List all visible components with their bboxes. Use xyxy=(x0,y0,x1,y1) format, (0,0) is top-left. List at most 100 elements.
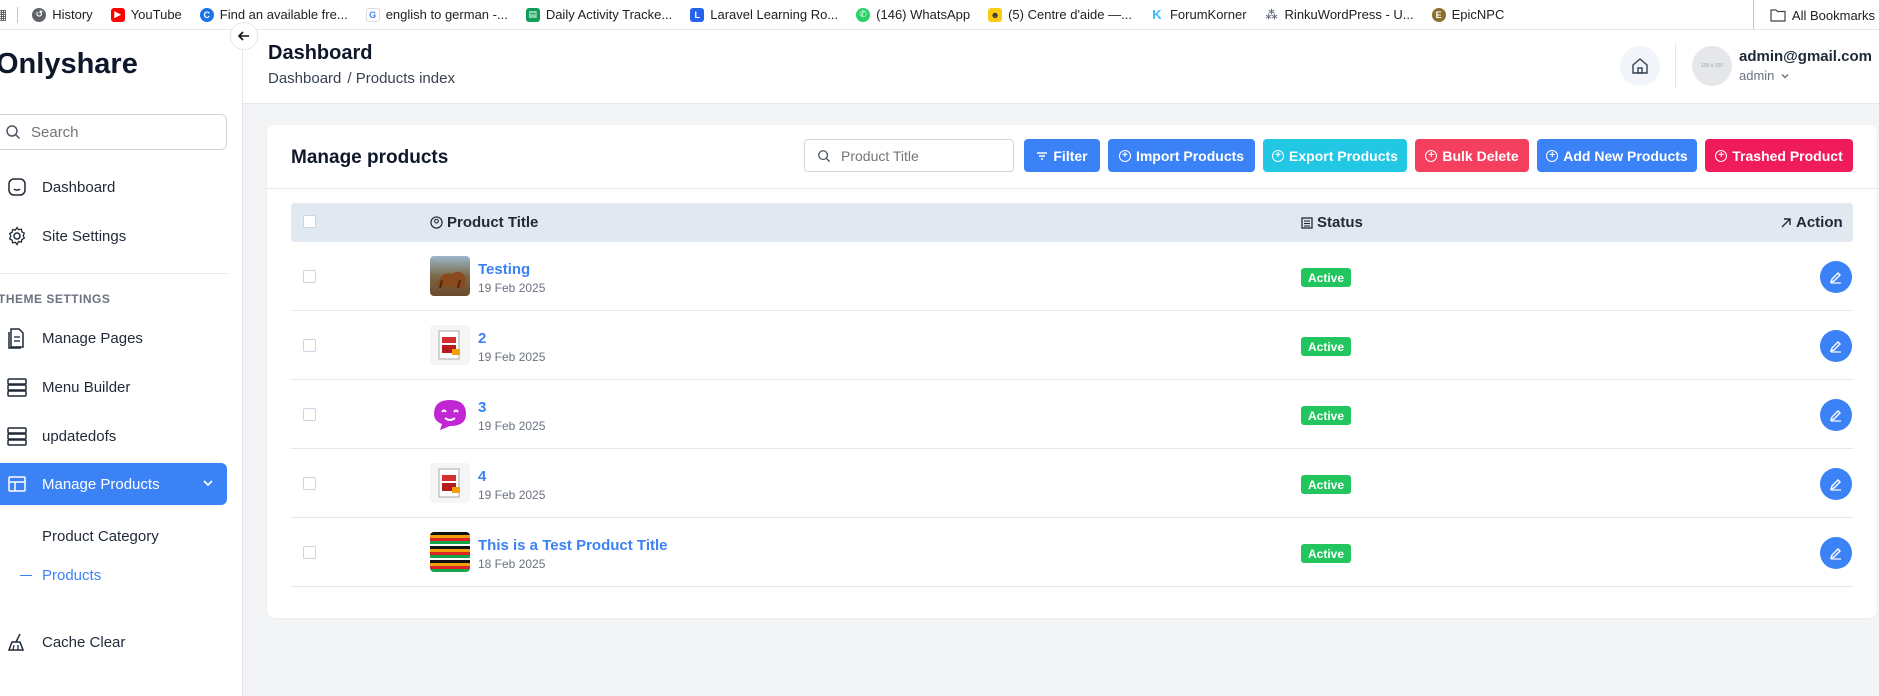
row-checkbox[interactable] xyxy=(303,546,316,559)
user-role: admin xyxy=(1739,68,1775,83)
sidebar-item-label: Manage Products xyxy=(42,475,160,493)
edit-button[interactable] xyxy=(1820,330,1852,362)
avatar[interactable]: 100 x 100 xyxy=(1692,46,1732,86)
product-thumbnail xyxy=(430,532,470,572)
status-badge: Active xyxy=(1301,268,1352,287)
product-title-link[interactable]: Testing xyxy=(478,261,530,278)
bookmarks-bar: ▦ ↺History ▶YouTube CFind an available f… xyxy=(0,0,1879,30)
product-thumbnail xyxy=(430,463,470,503)
pencil-icon xyxy=(1829,479,1841,491)
filter-icon xyxy=(1037,151,1048,160)
sidebar-subitem-products[interactable]: Products xyxy=(42,567,101,584)
user-email[interactable]: admin@gmail.com xyxy=(1739,48,1872,65)
bookmark-find-available[interactable]: C Find an available fre... xyxy=(199,7,348,22)
plus-circle-icon: + xyxy=(1425,149,1438,162)
user-circle-icon xyxy=(430,216,443,229)
bookmark-forumkorner[interactable]: K ForumKorner xyxy=(1149,7,1247,22)
product-title-link[interactable]: 3 xyxy=(478,399,486,416)
sidebar-search-input[interactable] xyxy=(31,123,201,141)
sidebar-item-manage-pages[interactable]: Manage Pages xyxy=(0,317,227,359)
pencil-icon xyxy=(1829,548,1841,560)
search-icon xyxy=(818,149,831,162)
all-bookmarks[interactable]: All Bookmarks xyxy=(1752,0,1879,29)
bookmark-youtube[interactable]: ▶ YouTube xyxy=(110,7,182,22)
server-icon xyxy=(7,427,27,446)
sidebar-item-label: Site Settings xyxy=(42,227,127,245)
import-products-button[interactable]: + Import Products xyxy=(1108,139,1255,172)
bookmark-laravel[interactable]: L Laravel Learning Ro... xyxy=(690,7,838,22)
bookmark-rinkuwordpress[interactable]: ⁂ RinkuWordPress - U... xyxy=(1264,7,1414,22)
help-center-icon: ☻ xyxy=(988,7,1003,22)
chevron-down-icon xyxy=(203,480,213,487)
sidebar-item-label: Menu Builder xyxy=(42,378,131,396)
breadcrumb-home[interactable]: Dashboard xyxy=(268,70,341,87)
product-title-link[interactable]: 4 xyxy=(478,468,486,485)
plus-circle-icon: + xyxy=(1715,149,1728,162)
bookmark-whatsapp[interactable]: ✆ (146) WhatsApp xyxy=(856,7,970,22)
column-status[interactable]: Status xyxy=(1301,214,1363,231)
dashboard-icon xyxy=(8,178,26,196)
sidebar-item-menu-builder[interactable]: Menu Builder xyxy=(0,366,227,408)
sidebar-item-site-settings[interactable]: Site Settings xyxy=(0,215,227,257)
row-checkbox[interactable] xyxy=(303,339,316,352)
search-icon xyxy=(6,125,21,140)
apps-grid-icon[interactable]: ▦ xyxy=(0,6,7,23)
row-checkbox[interactable] xyxy=(303,477,316,490)
sidebar-item-dashboard[interactable]: Dashboard xyxy=(0,166,227,208)
bookmark-centre-aide[interactable]: ☻ (5) Centre d'aide —... xyxy=(988,7,1132,22)
user-role-dropdown[interactable]: admin xyxy=(1739,68,1790,83)
top-header: Dashboard Dashboard / Products index 100… xyxy=(243,30,1879,104)
edit-button[interactable] xyxy=(1820,468,1852,500)
bookmark-english-german[interactable]: Genglish to german -... xyxy=(365,7,508,22)
add-new-products-button[interactable]: + Add New Products xyxy=(1537,139,1697,172)
sidebar-item-label: Manage Pages xyxy=(42,329,143,347)
pencil-icon xyxy=(1829,272,1841,284)
column-product-title[interactable]: Product Title xyxy=(430,214,538,231)
bookmark-epicnpc[interactable]: E EpicNPC xyxy=(1431,7,1504,22)
breadcrumb-current: / Products index xyxy=(347,70,455,87)
bookmark-daily-activity[interactable]: ▤ Daily Activity Tracke... xyxy=(525,7,672,22)
collapse-sidebar-button[interactable] xyxy=(230,22,258,50)
edit-button[interactable] xyxy=(1820,537,1852,569)
edit-button[interactable] xyxy=(1820,399,1852,431)
product-thumbnail xyxy=(430,256,470,296)
row-checkbox[interactable] xyxy=(303,270,316,283)
sidebar-item-cache-clear[interactable]: Cache Clear xyxy=(0,621,227,663)
globe-icon: C xyxy=(199,7,214,22)
header-separator xyxy=(1675,44,1676,88)
product-title-link[interactable]: 2 xyxy=(478,330,486,347)
product-search-input[interactable] xyxy=(841,147,1001,164)
sidebar-item-updatedofs[interactable]: updatedofs xyxy=(0,415,227,457)
pencil-icon xyxy=(1829,410,1841,422)
plus-circle-icon: + xyxy=(1118,149,1131,162)
page-title: Dashboard xyxy=(268,42,373,64)
arrow-up-right-icon xyxy=(1781,217,1791,227)
epicnpc-icon: E xyxy=(1431,7,1446,22)
sidebar-item-label: Cache Clear xyxy=(42,633,126,651)
table-header: Product Title Status Action xyxy=(291,203,1853,242)
bookmark-history[interactable]: ↺ History xyxy=(32,7,93,22)
trashed-product-button[interactable]: + Trashed Product xyxy=(1705,139,1853,172)
bulk-delete-button[interactable]: + Bulk Delete xyxy=(1415,139,1529,172)
filter-button[interactable]: Filter xyxy=(1024,139,1100,172)
export-products-button[interactable]: + Export Products xyxy=(1263,139,1407,172)
card-divider xyxy=(267,188,1877,189)
gear-icon xyxy=(8,226,26,246)
sidebar-item-label: updatedofs xyxy=(42,427,117,445)
product-title-link[interactable]: This is a Test Product Title xyxy=(478,537,668,554)
brand-logo[interactable]: Onlyshare xyxy=(0,48,138,81)
edit-button[interactable] xyxy=(1820,261,1852,293)
home-icon xyxy=(1632,58,1648,74)
sidebar-item-manage-products[interactable]: Manage Products xyxy=(0,463,227,505)
folder-icon xyxy=(1770,9,1786,22)
home-button[interactable] xyxy=(1620,46,1660,86)
sidebar-subitem-product-category[interactable]: Product Category xyxy=(42,528,159,545)
select-all-checkbox[interactable] xyxy=(303,215,316,228)
sidebar-divider xyxy=(0,273,227,274)
status-badge: Active xyxy=(1301,406,1352,425)
row-checkbox[interactable] xyxy=(303,408,316,421)
broom-icon xyxy=(7,633,25,651)
sidebar-search[interactable] xyxy=(0,114,227,150)
whatsapp-icon: ✆ xyxy=(856,7,871,22)
product-search[interactable] xyxy=(804,139,1014,172)
